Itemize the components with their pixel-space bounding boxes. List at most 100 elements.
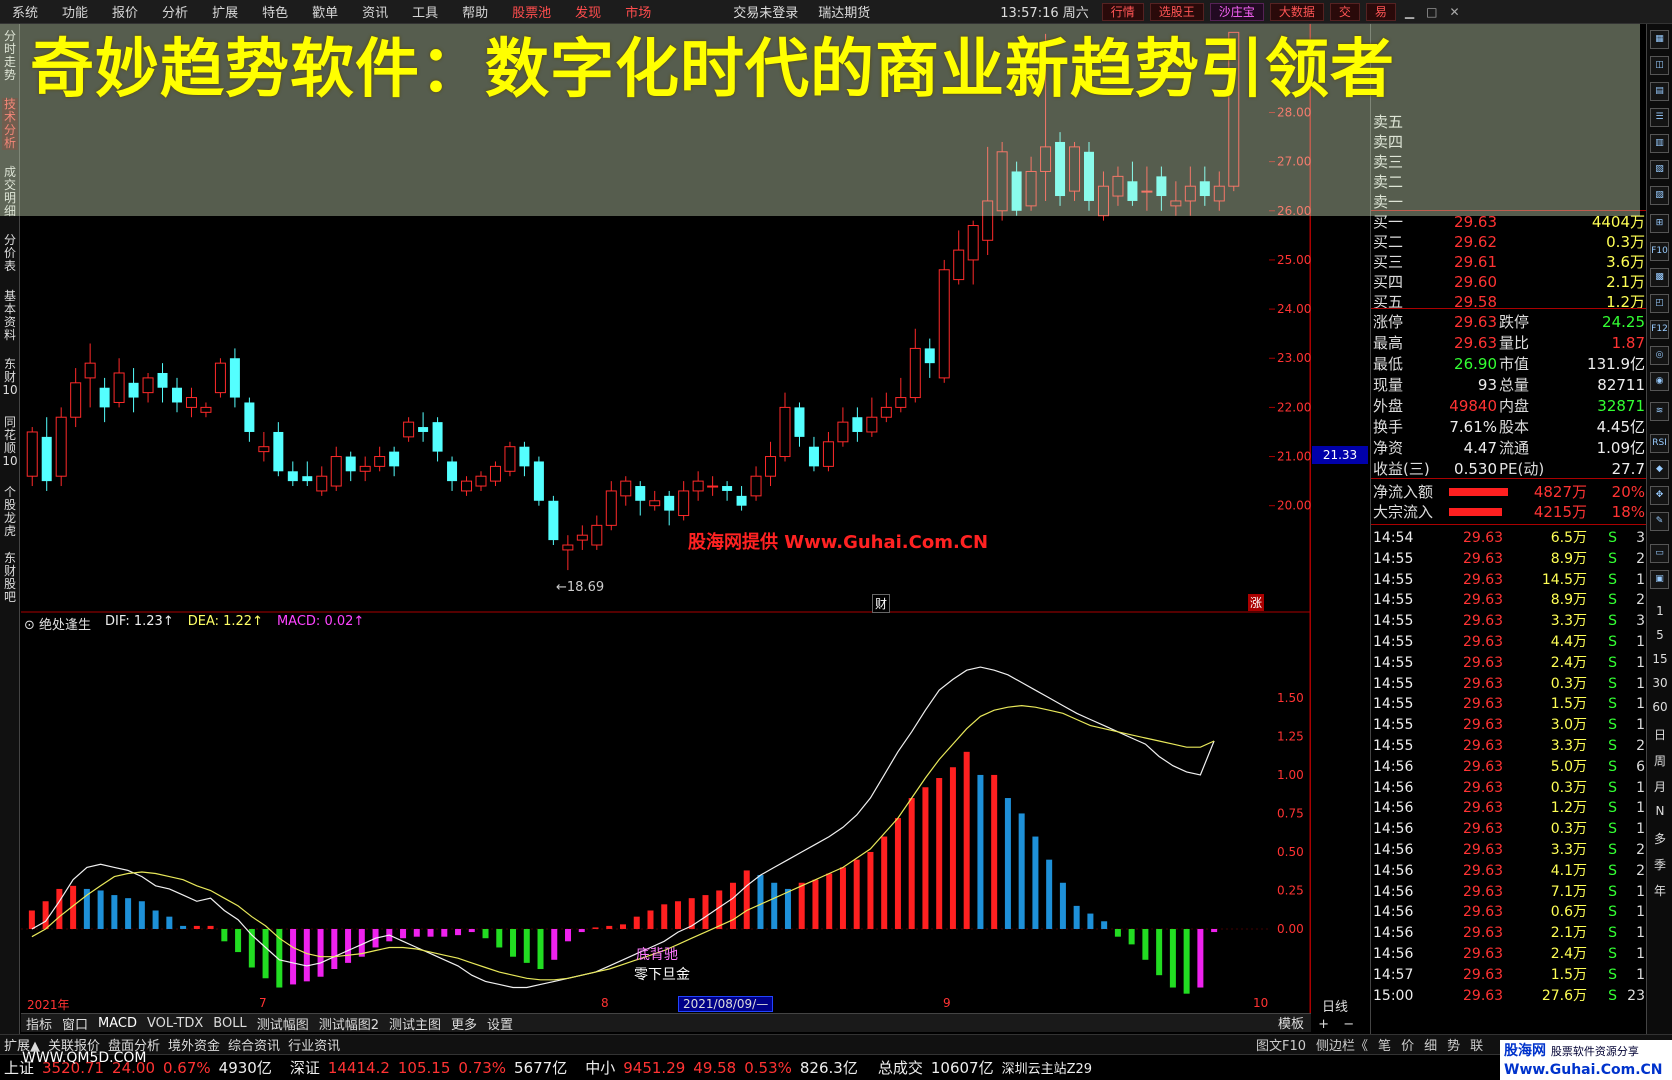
tool-button-5[interactable]: ▥ [1650,134,1669,153]
btab-window[interactable]: 窗口 [57,1014,93,1033]
stab-foreign[interactable]: 境外资金 [164,1035,224,1054]
tool-button-2[interactable]: ◫ [1650,56,1669,75]
period-60[interactable]: 60 [1650,700,1670,714]
tool-rsi[interactable]: RSI [1650,434,1669,453]
btn-stock-picker[interactable]: 选股王 [1149,2,1204,21]
tool-button-15[interactable]: ▭ [1650,544,1669,563]
tool-button-13[interactable]: ≋ [1650,402,1669,421]
tool-button-16[interactable]: ▣ [1650,570,1669,589]
tool-f10[interactable]: F10 [1650,242,1669,261]
menu-order[interactable]: 歡单 [300,2,350,21]
index-sz-name[interactable]: 深证 [286,1057,324,1078]
menu-feature[interactable]: 特色 [250,2,300,21]
tick-count: 1 [1636,904,1645,921]
indicator-name[interactable]: ⊙ 绝处逢生 [24,614,91,633]
btn-shazhuang[interactable]: 沙庄宝 [1209,2,1264,21]
stab-price[interactable]: 价 [1401,1035,1414,1054]
period-day[interactable]: 日 [1650,726,1670,743]
menu-tools[interactable]: 工具 [400,2,450,21]
buy-row[interactable]: 买二 29.62 0.3万 [1371,232,1647,252]
zoom-in-button[interactable]: + [1318,1017,1329,1032]
stab-trend[interactable]: 势 [1447,1035,1460,1054]
tab-ths10[interactable]: 同花顺10 [2,416,18,468]
period-multi[interactable]: 多 [1650,830,1670,847]
btab-boll[interactable]: BOLL [208,1016,251,1031]
btab-test2[interactable]: 测试幅图2 [314,1014,384,1033]
stab-detail[interactable]: 细 [1424,1035,1437,1054]
tool-button-14[interactable]: ◆ [1650,460,1669,479]
zoom-out-button[interactable]: − [1343,1017,1354,1032]
move-icon[interactable]: ✥ [1650,486,1669,505]
buy-row[interactable]: 买五 29.58 1.2万 [1371,292,1647,312]
stab-sidebar[interactable]: 侧边栏《 [1316,1035,1368,1054]
tab-fundamentals[interactable]: 基本资料 [2,290,18,342]
tick-count: 1 [1636,717,1645,734]
index-zx-name[interactable]: 中小 [581,1057,619,1078]
server-name[interactable]: 深圳云主站Z29 [998,1058,1096,1077]
buy-row[interactable]: 买四 29.60 2.1万 [1371,272,1647,292]
menu-stock-pool[interactable]: 股票池 [500,2,563,21]
tool-button-12[interactable]: ◉ [1650,372,1669,391]
btab-test1[interactable]: 测试幅图 [252,1014,314,1033]
tab-dragon-tiger[interactable]: 个股龙虎 [2,486,18,538]
menu-discover[interactable]: 发现 [563,2,613,21]
tool-button-6[interactable]: ▧ [1650,160,1669,179]
tool-button-7[interactable]: ▨ [1650,186,1669,205]
btn-trade-1[interactable]: 交 [1329,2,1360,21]
stab-bi[interactable]: 笔 [1378,1035,1391,1054]
tool-button-11[interactable]: ◎ [1650,346,1669,365]
btn-trade-2[interactable]: 易 [1365,2,1396,21]
macd-bar [1114,928,1121,937]
tool-button-10[interactable]: ◰ [1650,294,1669,313]
limit-up-marker[interactable]: 涨 [1248,594,1265,611]
btab-indicator[interactable]: 指标 [21,1014,57,1033]
period-quarter[interactable]: 季 [1650,856,1670,873]
period-5[interactable]: 5 [1650,628,1670,642]
minimize-icon[interactable]: ▁ [1399,5,1420,19]
stab-link[interactable]: 联 [1470,1035,1483,1054]
period-1[interactable]: 1 [1650,604,1670,618]
menu-market[interactable]: 市场 [613,2,663,21]
finance-marker[interactable]: 财 [872,594,891,613]
tab-price-table[interactable]: 分价表 [2,234,18,273]
period-15[interactable]: 15 [1650,652,1670,666]
macd-bar [674,901,681,929]
btab-settings[interactable]: 设置 [482,1014,518,1033]
btn-big-data[interactable]: 大数据 [1269,2,1324,21]
pencil-icon[interactable]: ✎ [1650,512,1669,531]
btn-quote[interactable]: 行情 [1101,2,1144,21]
tool-button-9[interactable]: ▩ [1650,268,1669,287]
menu-extend[interactable]: 扩展 [200,2,250,21]
tool-button-1[interactable]: ▦ [1650,30,1669,49]
period-n[interactable]: N [1650,804,1670,818]
tab-eastmoney10[interactable]: 东财10 [2,358,18,397]
menu-function[interactable]: 功能 [50,2,100,21]
menu-help[interactable]: 帮助 [450,2,500,21]
btab-more[interactable]: 更多 [446,1014,482,1033]
tab-forum[interactable]: 东财股吧 [2,552,18,604]
menu-system[interactable]: 系统 [0,2,50,21]
candle-body [41,436,52,482]
buy-row[interactable]: 买三 29.61 3.6万 [1371,252,1647,272]
maximize-icon[interactable]: □ [1420,5,1443,19]
period-30[interactable]: 30 [1650,676,1670,690]
menu-news[interactable]: 资讯 [350,2,400,21]
stab-industry[interactable]: 行业资讯 [284,1035,344,1054]
stab-news[interactable]: 综合资讯 [224,1035,284,1054]
stab-f10[interactable]: 图文F10 [1256,1035,1306,1054]
tool-button-4[interactable]: ☰ [1650,108,1669,127]
tool-button-8[interactable]: ⊞ [1650,214,1669,233]
close-icon[interactable]: ✕ [1443,5,1465,19]
period-year[interactable]: 年 [1650,882,1670,899]
btab-macd[interactable]: MACD [93,1016,142,1031]
template-button[interactable]: 模板 [1278,1017,1304,1032]
btab-test-main[interactable]: 测试主图 [384,1014,446,1033]
period-week[interactable]: 周 [1650,752,1670,769]
tool-f12[interactable]: F12 [1650,320,1669,339]
menu-analysis[interactable]: 分析 [150,2,200,21]
btab-vol[interactable]: VOL-TDX [142,1016,208,1031]
tick-time: 14:56 [1373,925,1414,942]
tool-button-3[interactable]: ▤ [1650,82,1669,101]
menu-quote[interactable]: 报价 [100,2,150,21]
period-month[interactable]: 月 [1650,778,1670,795]
